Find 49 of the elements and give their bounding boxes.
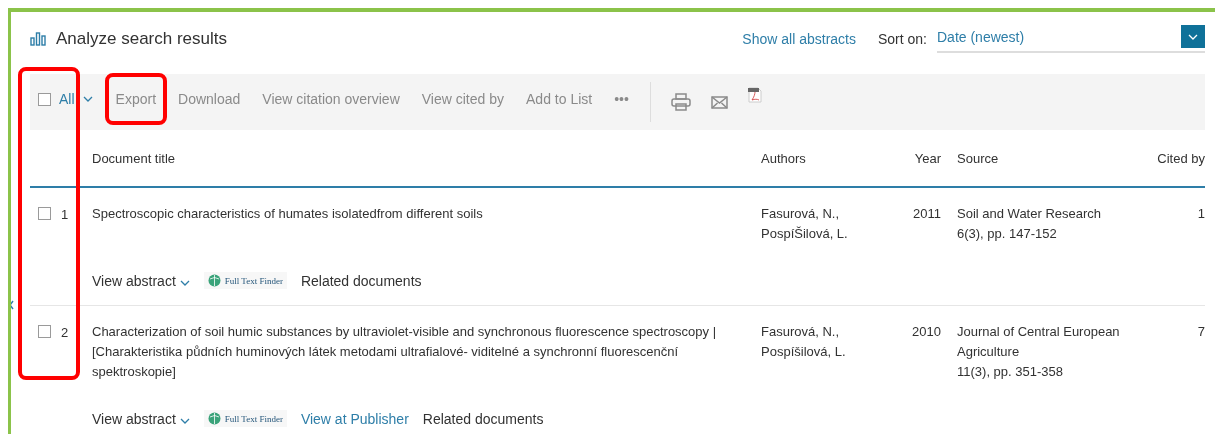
related-documents-link[interactable]: Related documents [300, 272, 422, 289]
column-header: Year [901, 130, 941, 188]
document-title[interactable]: Characterization of soil humic substances by ultraviolet-visible and synchronous fluorescence spectroscopy | [Charakteristika půdních huminových látek metodami ultrafialové- viditelné a synchronní fluorescenční spektroskopie] [92, 306, 761, 382]
view-abstract-link[interactable]: View abstract [92, 410, 190, 427]
column-header: Source [941, 130, 1151, 188]
checkbox[interactable] [38, 92, 51, 106]
view-at-publisher-link[interactable]: View at Publisher [300, 410, 409, 427]
column-header: Cited by [1151, 130, 1205, 188]
related-documents-link[interactable]: Related documents [422, 410, 544, 427]
chevron-down-icon [1188, 33, 1198, 40]
authors: Fasurová, N., PospíŠilová, L. [761, 205, 849, 243]
cited-by-count: 1 [1196, 205, 1205, 223]
toolbar-action[interactable]: Export [104, 73, 168, 125]
pdf-file-icon[interactable] [747, 87, 762, 103]
column-header: Document title [92, 130, 761, 188]
more-button[interactable]: ••• [603, 73, 640, 125]
document-title[interactable]: Spectroscopic characteristics of humates isolatedfrom different soils [92, 188, 761, 244]
mail-icon[interactable] [710, 95, 728, 109]
full-text-finder-link[interactable]: Full Text Finder [203, 410, 287, 427]
chevron-down-icon [82, 96, 93, 102]
globe-icon [207, 274, 221, 287]
show-all-abstracts-link[interactable]: Show all abstracts [742, 31, 856, 47]
sort-dropdown[interactable]: Date (newest) [937, 25, 1205, 53]
toolbar-action[interactable]: View cited by [410, 73, 515, 125]
select-all-button[interactable]: All [38, 91, 93, 107]
full-text-finder-link[interactable]: Full Text Finder [203, 272, 287, 289]
authors: Fasurová, N., Pospíšilová, L. [761, 323, 847, 361]
globe-icon [207, 412, 221, 425]
dropdown-button[interactable] [1181, 25, 1205, 48]
source: Soil and Water Research 6(3), pp. 147-152 [956, 205, 1103, 243]
view-abstract-link[interactable]: View abstract [92, 272, 190, 289]
cited-by-count: 7 [1196, 323, 1205, 341]
source: Journal of Central European Agriculture 11(3), pp. 351-358 [956, 323, 1121, 381]
page-title: Analyze search results [56, 29, 228, 49]
row-checkbox[interactable] [38, 207, 51, 220]
print-icon[interactable] [670, 93, 691, 111]
chevron-down-icon [179, 417, 190, 424]
bar-chart-icon [30, 32, 46, 46]
toolbar-action[interactable]: Add to List [515, 73, 604, 125]
row-checkbox[interactable] [38, 325, 51, 338]
toolbar-action[interactable]: View citation overview [251, 73, 411, 125]
year: 2010 [911, 323, 941, 341]
row-number: 2 [61, 325, 69, 341]
chevron-down-icon [179, 279, 190, 286]
year: 2011 [912, 205, 941, 223]
toolbar-action[interactable]: Download [167, 73, 252, 125]
sort-label: Sort on: [877, 31, 927, 47]
column-header: Authors [761, 130, 901, 188]
row-number: 1 [61, 207, 69, 223]
